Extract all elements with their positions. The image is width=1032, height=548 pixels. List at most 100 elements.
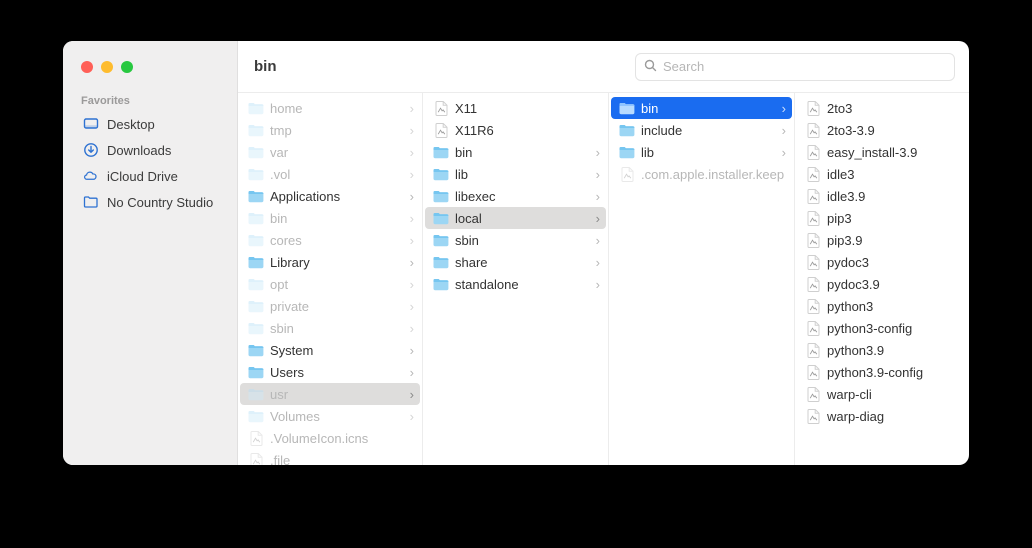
minimize-window-button[interactable] [101,61,113,73]
sidebar-item-label: Downloads [107,143,171,158]
document-icon [805,122,821,138]
folder-row[interactable]: opt› [238,273,422,295]
folder-row[interactable]: cores› [238,229,422,251]
sidebar-item-downloads[interactable]: Downloads [63,137,237,163]
folder-row[interactable]: share› [423,251,608,273]
file-row[interactable]: pip3 [795,207,969,229]
folder-row[interactable]: Users› [238,361,422,383]
sidebar-item-label: iCloud Drive [107,169,178,184]
folder-icon [248,298,264,314]
search-input[interactable] [663,59,946,74]
sidebar-item-desktop[interactable]: Desktop [63,111,237,137]
folder-row[interactable]: bin› [611,97,792,119]
folder-row[interactable]: var › [238,141,422,163]
file-row[interactable]: easy_install-3.9 [795,141,969,163]
item-name: warp-diag [827,409,961,424]
file-row[interactable]: python3.9-config [795,361,969,383]
toolbar: bin [238,41,969,93]
folder-row[interactable]: home › [238,97,422,119]
folder-row[interactable]: tmp› [238,119,422,141]
file-row[interactable]: python3 [795,295,969,317]
file-row[interactable]: python3-config [795,317,969,339]
zoom-window-button[interactable] [121,61,133,73]
file-row[interactable]: 2to3 [795,97,969,119]
file-row[interactable]: pip3.9 [795,229,969,251]
column-0[interactable]: home› tmp› var› .vol› Applications› bin›… [238,93,423,465]
column-view: home› tmp› var› .vol› Applications› bin›… [238,93,969,465]
item-name: home [270,101,400,116]
folder-row[interactable]: usr› [240,383,420,405]
item-name: bin [455,145,586,160]
chevron-right-icon: › [406,255,414,270]
file-row[interactable]: python3.9 [795,339,969,361]
chevron-right-icon: › [406,343,414,358]
item-name: var [270,145,400,160]
folder-row[interactable]: include› [609,119,794,141]
column-3[interactable]: 2to3 2to3-3.9 easy_install-3.9 idle3 idl… [795,93,969,465]
item-name: Applications [270,189,400,204]
folder-row[interactable]: bin› [238,207,422,229]
item-name: 2to3-3.9 [827,123,961,138]
file-row[interactable]: X11R6 [423,119,608,141]
folder-icon [248,408,264,424]
chevron-right-icon: › [592,167,600,182]
item-name: idle3.9 [827,189,961,204]
column-1[interactable]: X11 X11R6 bin› lib› libexec› local› sbin… [423,93,609,465]
chevron-right-icon: › [406,145,414,160]
folder-row[interactable]: bin› [423,141,608,163]
folder-row[interactable]: .vol› [238,163,422,185]
folder-row[interactable]: local› [425,207,606,229]
folder-icon [248,100,264,116]
folder-icon [619,144,635,160]
item-name: lib [641,145,772,160]
item-name: standalone [455,277,586,292]
file-row[interactable]: warp-cli [795,383,969,405]
window-title: bin [254,58,277,75]
item-name: local [455,211,586,226]
document-icon [805,320,821,336]
document-icon [805,298,821,314]
folder-row[interactable]: Library› [238,251,422,273]
chevron-right-icon: › [406,299,414,314]
chevron-right-icon: › [406,409,414,424]
file-row[interactable]: pydoc3.9 [795,273,969,295]
folder-row[interactable]: lib› [423,163,608,185]
folder-row[interactable]: Applications› [238,185,422,207]
document-icon [805,188,821,204]
file-row[interactable]: warp-diag [795,405,969,427]
folder-row[interactable]: sbin› [238,317,422,339]
file-row[interactable]: X11 [423,97,608,119]
column-2[interactable]: bin› include› lib› .com.apple.installer.… [609,93,795,465]
document-icon [433,100,449,116]
item-name: sbin [455,233,586,248]
file-row[interactable]: idle3 [795,163,969,185]
folder-row[interactable]: lib› [609,141,794,163]
folder-row[interactable]: private› [238,295,422,317]
sidebar: Favorites Desktop Downloads iCloud Drive… [63,41,238,465]
file-row[interactable]: 2to3-3.9 [795,119,969,141]
folder-row[interactable]: System› [238,339,422,361]
file-row[interactable]: .com.apple.installer.keep [609,163,794,185]
folder-row[interactable]: Volumes› [238,405,422,427]
folder-icon [83,194,99,210]
folder-row[interactable]: standalone› [423,273,608,295]
search-icon [644,59,657,75]
item-name: .com.apple.installer.keep [641,167,786,182]
folder-icon [248,210,264,226]
file-row[interactable]: .VolumeIcon.icns [238,427,422,449]
search-field[interactable] [635,53,955,81]
folder-row[interactable]: sbin› [423,229,608,251]
folder-icon [248,254,264,270]
document-icon [805,100,821,116]
item-name: warp-cli [827,387,961,402]
item-name: X11R6 [455,123,600,138]
file-row[interactable]: pydoc3 [795,251,969,273]
folder-icon [433,232,449,248]
chevron-right-icon: › [406,101,414,116]
sidebar-item-no-country-studio[interactable]: No Country Studio [63,189,237,215]
file-row[interactable]: idle3.9 [795,185,969,207]
folder-row[interactable]: libexec› [423,185,608,207]
close-window-button[interactable] [81,61,93,73]
sidebar-item-icloud[interactable]: iCloud Drive [63,163,237,189]
file-row[interactable]: .file [238,449,422,465]
